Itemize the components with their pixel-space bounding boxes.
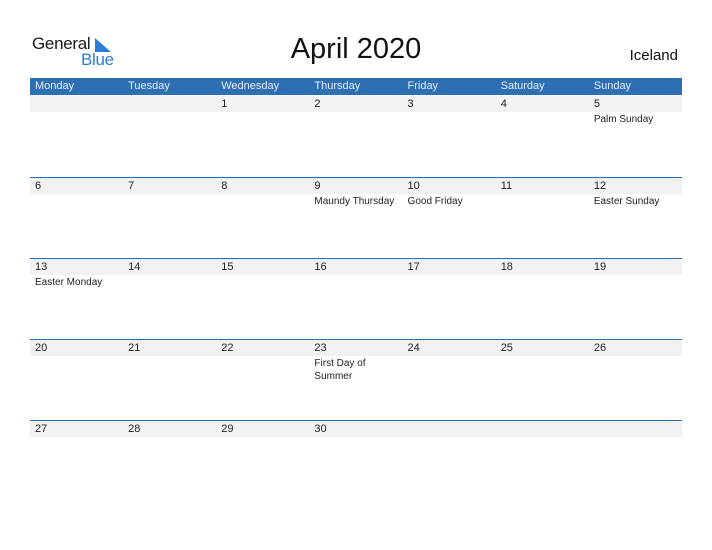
- weekday-sunday: Sunday: [593, 80, 632, 92]
- day-cell: [589, 421, 682, 501]
- day-number: 12: [593, 180, 607, 192]
- day-cell: 28: [123, 421, 216, 501]
- day-cell: 24: [403, 340, 496, 420]
- day-number: 2: [314, 98, 321, 110]
- day-cell: 1: [216, 96, 309, 176]
- day-cell: 5 Palm Sunday: [589, 96, 682, 176]
- day-number: 14: [128, 261, 141, 273]
- weekday-thursday: Thursday: [314, 80, 361, 92]
- day-cell: 26: [589, 340, 682, 420]
- day-cell: [403, 421, 496, 501]
- week-row: 20 21 22 23 First Day of Summer 24 25 26: [30, 339, 682, 420]
- day-cell: 14: [123, 259, 216, 339]
- week-row: 27 28 29 30: [30, 420, 682, 501]
- day-number: [501, 421, 589, 437]
- holiday-label: Easter Sunday: [593, 196, 660, 207]
- day-cell: 23 First Day of Summer: [309, 340, 402, 420]
- day-number: 20: [35, 342, 48, 354]
- day-number: 3: [407, 98, 414, 110]
- day-number: 17: [407, 261, 420, 273]
- day-cell: 7: [123, 178, 216, 258]
- day-number: [594, 421, 682, 437]
- day-cell: 30: [309, 421, 402, 501]
- day-cell: 12 Easter Sunday: [589, 178, 682, 258]
- calendar-title: April 2020: [290, 33, 422, 65]
- weekday-header: Monday Tuesday Wednesday Thursday Friday…: [30, 78, 682, 95]
- country-label: Iceland: [629, 47, 678, 64]
- day-number: 8: [221, 180, 228, 192]
- holiday-label: Palm Sunday: [593, 114, 654, 125]
- day-number: 11: [500, 180, 513, 192]
- weekday-wednesday: Wednesday: [221, 80, 280, 92]
- day-number: 19: [593, 261, 607, 273]
- holiday-label: Easter Monday: [35, 277, 103, 288]
- day-number: 27: [35, 423, 48, 435]
- day-cell: [496, 421, 589, 501]
- day-number: 29: [221, 423, 234, 435]
- day-number: 9: [314, 180, 321, 192]
- week-row: 1 2 3 4 5 Palm Sunday: [30, 95, 682, 176]
- day-cell: 19: [589, 259, 682, 339]
- holiday-label: First Day of Summer: [314, 358, 366, 382]
- day-cell: 3: [403, 96, 496, 176]
- day-cell: 10 Good Friday: [403, 178, 496, 258]
- day-number: 18: [500, 261, 513, 273]
- day-cell: 13 Easter Monday: [30, 259, 123, 339]
- day-number: [35, 96, 123, 112]
- day-cell: 11: [496, 178, 589, 258]
- day-number: 7: [128, 180, 135, 192]
- day-number: 21: [128, 342, 141, 354]
- day-cell: 6: [30, 178, 123, 258]
- day-cell: 2: [309, 96, 402, 176]
- week-row: 13 Easter Monday 14 15 16 17 18 19: [30, 258, 682, 339]
- day-cell: 18: [496, 259, 589, 339]
- day-cell: 4: [496, 96, 589, 176]
- day-cell: 15: [216, 259, 309, 339]
- day-cell: [123, 96, 216, 176]
- day-cell: 21: [123, 340, 216, 420]
- day-cell: 16: [309, 259, 402, 339]
- day-number: 25: [500, 342, 513, 354]
- day-cell: 27: [30, 421, 123, 501]
- day-cell: 8: [216, 178, 309, 258]
- day-number: 4: [500, 98, 507, 110]
- day-cell: 9 Maundy Thursday: [309, 178, 402, 258]
- day-cell: 20: [30, 340, 123, 420]
- day-number: 1: [221, 98, 228, 110]
- day-cell: 22: [216, 340, 309, 420]
- weekday-saturday: Saturday: [500, 80, 545, 92]
- day-number: 15: [221, 261, 234, 273]
- day-number: 28: [128, 423, 141, 435]
- day-number: 22: [221, 342, 234, 354]
- day-number: 10: [407, 180, 420, 192]
- day-cell: 29: [216, 421, 309, 501]
- day-number: 30: [314, 423, 327, 435]
- day-number: [128, 96, 216, 112]
- day-number: 16: [314, 261, 327, 273]
- day-number: 23: [314, 342, 327, 354]
- day-number: 26: [593, 342, 607, 354]
- day-number: 5: [593, 98, 600, 110]
- holiday-label: Maundy Thursday: [314, 196, 395, 207]
- weekday-friday: Friday: [407, 80, 439, 92]
- day-number: [408, 421, 496, 437]
- day-cell: 17: [403, 259, 496, 339]
- week-row: 6 7 8 9 Maundy Thursday 10 Good Friday 11 12 East…: [30, 177, 682, 258]
- day-cell: 25: [496, 340, 589, 420]
- day-number: 6: [35, 180, 42, 192]
- weekday-tuesday: Tuesday: [128, 80, 170, 92]
- day-number: 24: [407, 342, 420, 354]
- day-cell: [30, 96, 123, 176]
- holiday-label: Good Friday: [407, 196, 463, 207]
- day-number: 13: [35, 261, 48, 273]
- weekday-monday: Monday: [35, 80, 75, 92]
